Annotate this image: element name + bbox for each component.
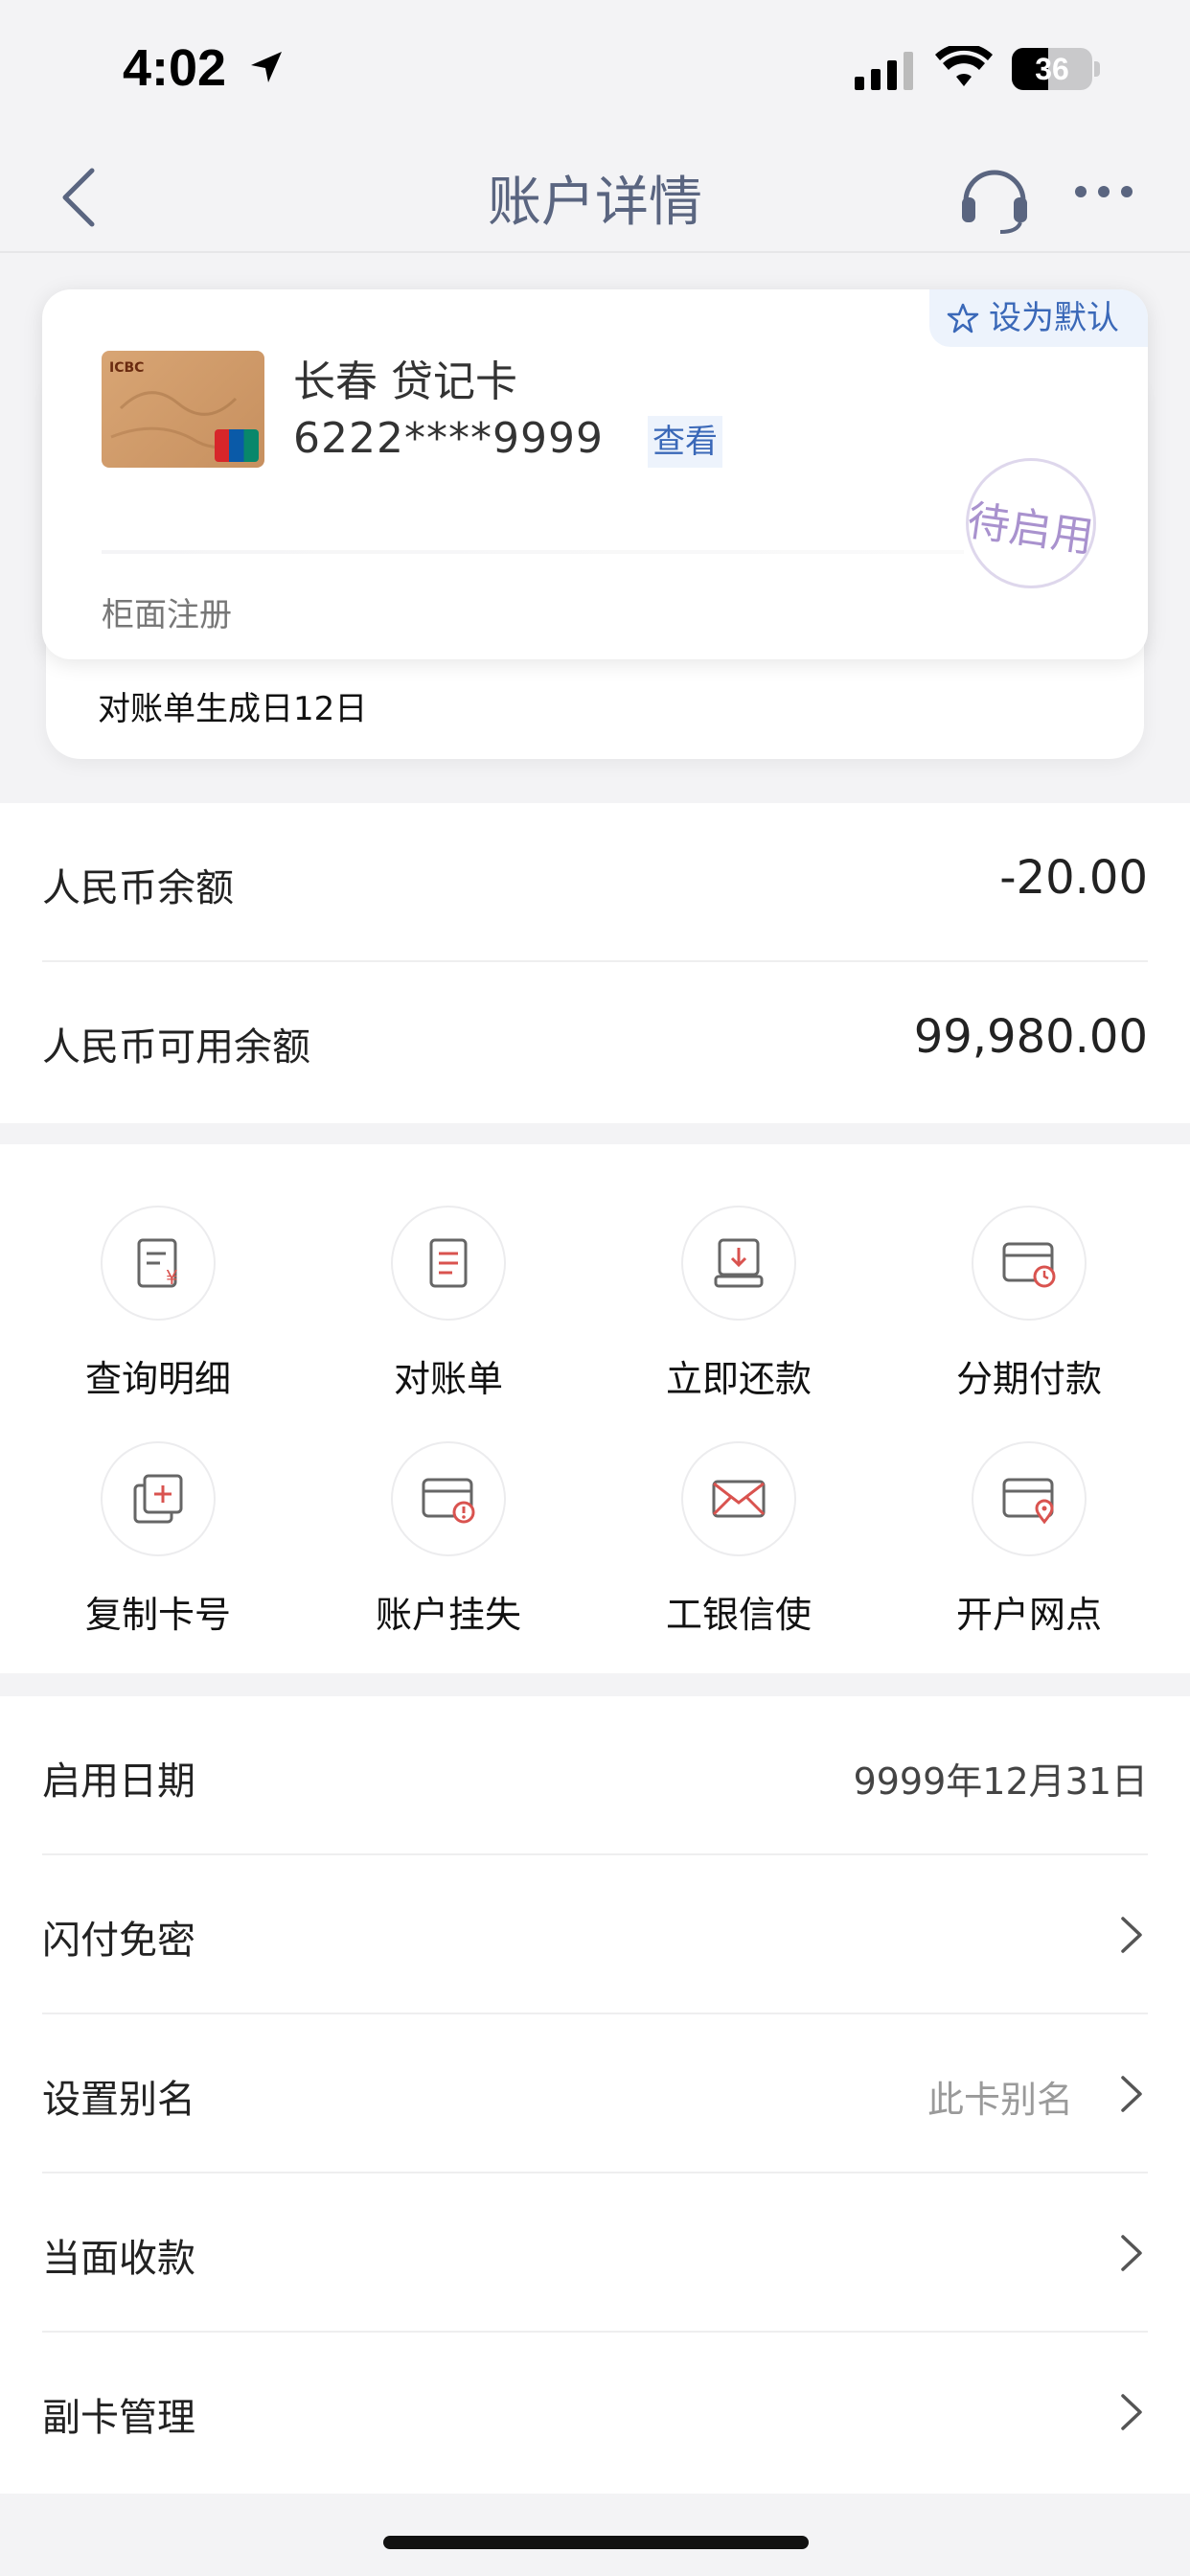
action-label: 立即还款 [665,1358,812,1400]
customer-service-headset-icon[interactable] [958,159,1031,236]
supplementary-card-row[interactable]: 副卡管理 [42,2333,1148,2492]
view-card-number-button[interactable]: 查看 [648,416,722,468]
wifi-icon [935,46,993,86]
action-label: 查询明细 [84,1358,231,1400]
action-label: 开户网点 [955,1594,1102,1636]
message-envelope-icon [712,1480,766,1518]
activation-date-row: 启用日期 9999年12月31日 [42,1696,1148,1855]
action-label: 账户挂失 [375,1594,521,1636]
alias-placeholder: 此卡别名 [927,2079,1073,2121]
action-label: 复制卡号 [84,1594,231,1636]
chevron-right-icon [1121,2394,1142,2430]
quickpass-no-pin-row[interactable]: 闪付免密 [42,1855,1148,2014]
chevron-right-icon [1121,2235,1142,2271]
card-register-type: 柜面注册 [102,596,232,634]
nav-bar: 账户详情 [0,142,1190,253]
action-statement[interactable]: 对账单 [333,1206,563,1416]
action-report-loss[interactable]: 账户挂失 [333,1441,563,1652]
repay-icon [714,1238,764,1288]
action-branch-locations[interactable]: 开户网点 [914,1441,1144,1652]
rmb-available-label: 人民币可用余额 [42,1025,310,1070]
action-label: 对账单 [393,1358,503,1400]
action-label: 分期付款 [955,1358,1102,1400]
statement-day: 对账单生成日12日 [98,690,368,728]
set-alias-row[interactable]: 设置别名 此卡别名 [42,2014,1148,2174]
action-installment[interactable]: 分期付款 [914,1206,1144,1416]
set-default-button[interactable]: 设为默认 [929,289,1148,347]
location-arrow-icon [251,52,282,82]
home-indicator [383,2536,809,2549]
in-person-collection-label: 当面收款 [42,2237,195,2281]
svg-text:¥: ¥ [166,1266,178,1289]
report-loss-icon [422,1478,475,1524]
supplementary-card-label: 副卡管理 [42,2396,195,2440]
in-person-collection-row[interactable]: 当面收款 [42,2174,1148,2333]
card-number: 6222****9999 [293,414,604,463]
action-icbc-messenger[interactable]: 工银信使 [624,1441,854,1652]
action-copy-card-number[interactable]: 复制卡号 [43,1441,273,1652]
installment-icon [1002,1242,1056,1288]
rmb-available-balance-row: 人民币可用余额 99,980.00 [42,962,1148,1121]
battery-level: 36 [1035,52,1069,86]
card-image: ICBC [102,351,264,468]
status-time: 4:02 [123,39,227,97]
cellular-signal-icon [855,52,913,90]
statement-icon [429,1238,468,1288]
card-name: 长春 贷记卡 [293,357,517,406]
set-alias-label: 设置别名 [42,2078,195,2122]
set-default-label: 设为默认 [989,299,1119,337]
unionpay-logo [215,429,259,462]
detail-yuan-icon: ¥ [137,1238,178,1289]
rmb-balance-label: 人民币余额 [42,866,234,910]
action-label: 工银信使 [665,1594,812,1636]
rmb-available-value: 99,980.00 [913,1010,1148,1064]
rmb-balance-row: 人民币余额 -20.00 [42,803,1148,962]
activation-date-value: 9999年12月31日 [853,1760,1148,1803]
chevron-right-icon [1121,2076,1142,2112]
status-bar: 4:02 36 [0,0,1190,142]
chevron-right-icon [1121,1917,1142,1953]
activation-date-label: 启用日期 [42,1760,195,1804]
more-options-icon[interactable] [1073,180,1134,203]
star-outline-icon [947,303,979,334]
action-query-details[interactable]: ¥ 查询明细 [43,1206,273,1416]
branch-location-icon [1002,1478,1054,1525]
copy-card-icon [133,1474,183,1524]
quickpass-no-pin-label: 闪付免密 [42,1919,195,1963]
action-repay-now[interactable]: 立即还款 [624,1206,854,1416]
rmb-balance-value: -20.00 [999,851,1148,905]
battery-icon: 36 [1012,48,1100,90]
card-divider [102,550,964,554]
